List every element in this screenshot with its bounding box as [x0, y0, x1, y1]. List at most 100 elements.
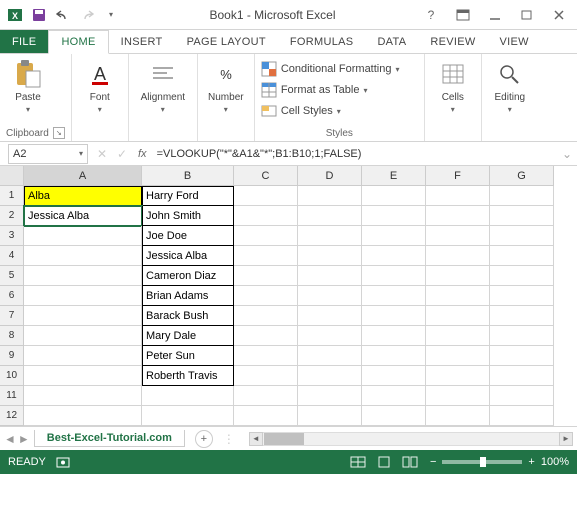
cell[interactable] [298, 286, 362, 306]
expand-formula-icon[interactable]: ⌄ [557, 144, 577, 164]
save-icon[interactable] [30, 6, 48, 24]
cell-styles-button[interactable]: Cell Styles ▾ [261, 102, 341, 120]
col-header-b[interactable]: B [142, 166, 234, 186]
cell[interactable] [298, 326, 362, 346]
cell[interactable] [142, 386, 234, 406]
cell[interactable] [24, 346, 142, 366]
cell[interactable] [426, 266, 490, 286]
cell[interactable] [234, 326, 298, 346]
cell[interactable] [298, 346, 362, 366]
cell[interactable] [234, 366, 298, 386]
cell[interactable] [362, 286, 426, 306]
conditional-formatting-button[interactable]: Conditional Formatting ▾ [261, 60, 400, 78]
select-all-corner[interactable] [0, 166, 24, 186]
sheet-tab[interactable]: Best-Excel-Tutorial.com [34, 430, 185, 447]
cell[interactable] [490, 226, 554, 246]
tab-page-layout[interactable]: PAGE LAYOUT [175, 30, 278, 53]
cell[interactable] [234, 226, 298, 246]
cell[interactable] [362, 346, 426, 366]
cell[interactable] [426, 366, 490, 386]
zoom-slider-thumb[interactable] [480, 457, 486, 467]
cell[interactable] [490, 186, 554, 206]
cell[interactable]: Barack Bush [142, 306, 234, 326]
cell[interactable] [298, 186, 362, 206]
cell[interactable] [426, 386, 490, 406]
cell[interactable] [24, 286, 142, 306]
editing-button[interactable]: Editing ▾ [488, 56, 532, 116]
cell[interactable] [298, 386, 362, 406]
row-header[interactable]: 3 [0, 226, 24, 246]
number-button[interactable]: % Number ▾ [204, 56, 248, 116]
cell[interactable] [362, 366, 426, 386]
page-break-view-icon[interactable] [400, 454, 420, 470]
cell[interactable] [24, 366, 142, 386]
cell[interactable] [298, 366, 362, 386]
undo-icon[interactable] [54, 6, 72, 24]
cell[interactable] [490, 366, 554, 386]
cell[interactable] [362, 186, 426, 206]
cell[interactable] [490, 266, 554, 286]
zoom-slider-track[interactable] [442, 460, 522, 464]
cell[interactable] [234, 306, 298, 326]
cell[interactable]: John Smith [142, 206, 234, 226]
row-header[interactable]: 8 [0, 326, 24, 346]
cell[interactable] [426, 346, 490, 366]
excel-icon[interactable]: X [6, 6, 24, 24]
row-header[interactable]: 4 [0, 246, 24, 266]
zoom-level[interactable]: 100% [541, 456, 569, 468]
cell[interactable] [426, 206, 490, 226]
cell[interactable] [426, 326, 490, 346]
qat-customize-icon[interactable]: ▾ [102, 6, 120, 24]
cell[interactable]: Roberth Travis [142, 366, 234, 386]
font-button[interactable]: A Font ▾ [78, 56, 122, 116]
cell[interactable] [490, 206, 554, 226]
cell[interactable]: Jessica Alba [24, 206, 142, 226]
tab-view[interactable]: VIEW [488, 30, 541, 53]
col-header-a[interactable]: A [24, 166, 142, 186]
cell[interactable] [362, 266, 426, 286]
cell[interactable] [426, 226, 490, 246]
cell[interactable] [24, 306, 142, 326]
cell[interactable] [426, 306, 490, 326]
cell[interactable] [298, 206, 362, 226]
fx-icon[interactable]: fx [132, 148, 153, 160]
cell[interactable]: Peter Sun [142, 346, 234, 366]
cell[interactable] [24, 246, 142, 266]
scroll-left-icon[interactable]: ◄ [249, 432, 263, 446]
cell[interactable] [298, 266, 362, 286]
ribbon-display-icon[interactable] [451, 5, 475, 25]
new-sheet-button[interactable]: + [195, 430, 213, 448]
row-header[interactable]: 10 [0, 366, 24, 386]
format-as-table-button[interactable]: Format as Table ▾ [261, 81, 368, 99]
page-layout-view-icon[interactable] [374, 454, 394, 470]
alignment-button[interactable]: Alignment ▾ [135, 56, 191, 116]
cell[interactable] [298, 226, 362, 246]
cell[interactable] [234, 266, 298, 286]
tab-home[interactable]: HOME [48, 30, 108, 54]
scroll-thumb[interactable] [264, 433, 304, 445]
cell[interactable] [490, 306, 554, 326]
cell[interactable] [234, 186, 298, 206]
cell[interactable] [490, 326, 554, 346]
close-icon[interactable] [547, 5, 571, 25]
col-header-g[interactable]: G [490, 166, 554, 186]
col-header-f[interactable]: F [426, 166, 490, 186]
cell[interactable] [298, 246, 362, 266]
cell[interactable]: Harry Ford [142, 186, 234, 206]
tab-data[interactable]: DATA [365, 30, 418, 53]
cells-button[interactable]: Cells ▾ [431, 56, 475, 116]
cell[interactable] [234, 286, 298, 306]
row-header[interactable]: 6 [0, 286, 24, 306]
zoom-out-button[interactable]: − [430, 456, 436, 468]
cell[interactable]: Brian Adams [142, 286, 234, 306]
redo-icon[interactable] [78, 6, 96, 24]
cell[interactable] [426, 186, 490, 206]
cell[interactable] [234, 206, 298, 226]
cell[interactable] [142, 406, 234, 426]
cancel-formula-icon[interactable]: ✕ [92, 144, 112, 164]
col-header-d[interactable]: D [298, 166, 362, 186]
cell[interactable]: Joe Doe [142, 226, 234, 246]
row-header[interactable]: 12 [0, 406, 24, 426]
worksheet-grid[interactable]: A B C D E F G 1AlbaHarry Ford2Jessica Al… [0, 166, 577, 426]
row-header[interactable]: 5 [0, 266, 24, 286]
